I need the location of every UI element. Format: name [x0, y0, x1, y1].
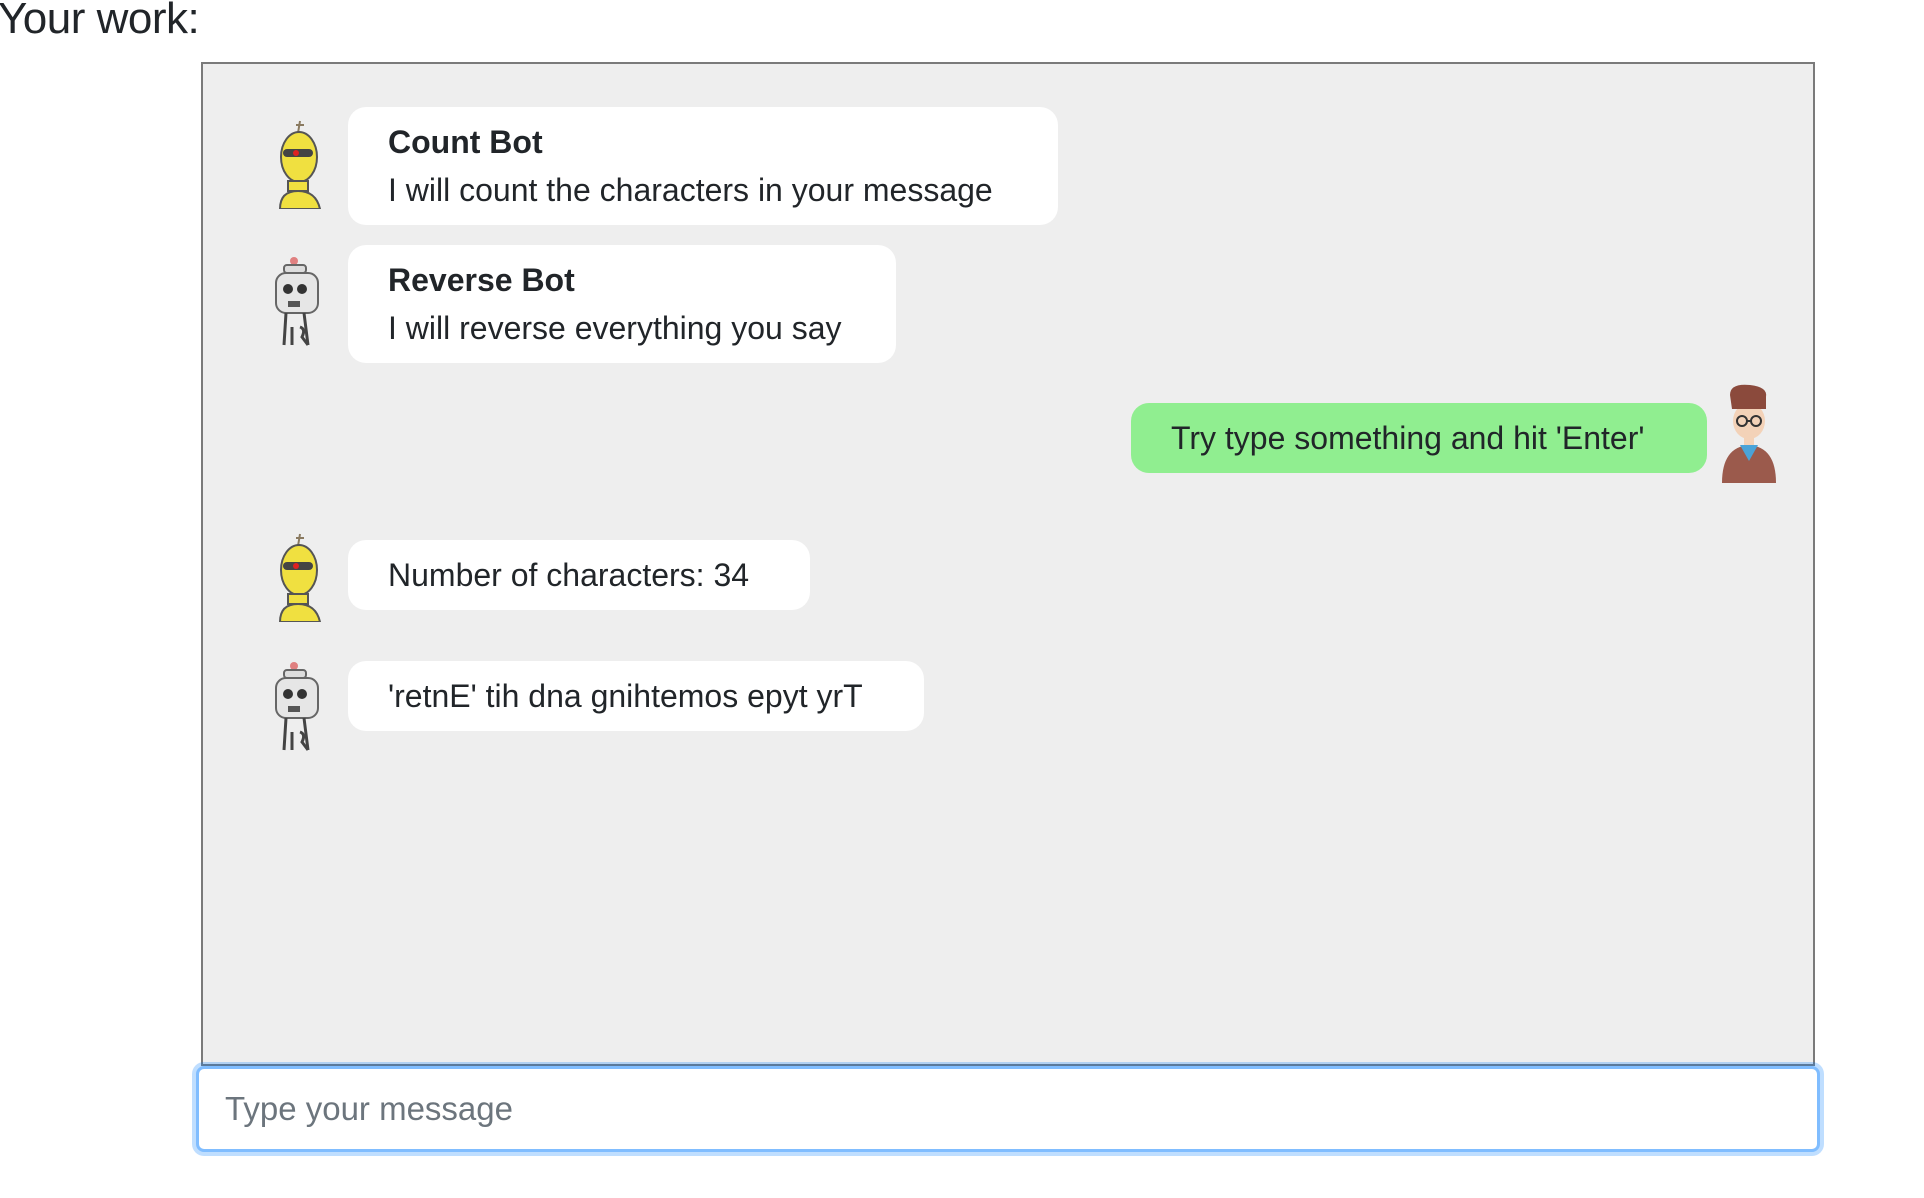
message-input[interactable] — [199, 1069, 1817, 1149]
chat-message-list[interactable]: Count Bot I will count the characters in… — [201, 62, 1815, 1066]
message-text: I will reverse everything you say — [388, 310, 842, 346]
count-bot-avatar-icon — [278, 120, 322, 209]
count-bot-avatar-icon — [278, 533, 322, 622]
reverse-bot-avatar-icon — [275, 662, 319, 751]
message-text: Number of characters: 34 — [388, 557, 750, 593]
message-input-container — [196, 1066, 1820, 1152]
message-sender: Count Bot — [388, 124, 543, 160]
message-bubble: Count Bot I will count the characters in… — [348, 107, 1058, 225]
message-text: Try type something and hit 'Enter' — [1171, 420, 1645, 456]
message-bubble: Try type something and hit 'Enter' — [1131, 403, 1707, 473]
message-sender: Reverse Bot — [388, 262, 575, 298]
message-bubble: Number of characters: 34 — [348, 540, 810, 610]
user-avatar-icon — [1722, 384, 1776, 483]
message-text: I will count the characters in your mess… — [388, 172, 993, 208]
message-text: 'retnE' tih dna gnihtemos epyt yrT — [388, 678, 863, 714]
reverse-bot-avatar-icon — [275, 257, 319, 346]
page-heading: Your work: — [0, 0, 200, 43]
message-bubble: Reverse Bot I will reverse everything yo… — [348, 245, 896, 363]
message-bubble: 'retnE' tih dna gnihtemos epyt yrT — [348, 661, 924, 731]
